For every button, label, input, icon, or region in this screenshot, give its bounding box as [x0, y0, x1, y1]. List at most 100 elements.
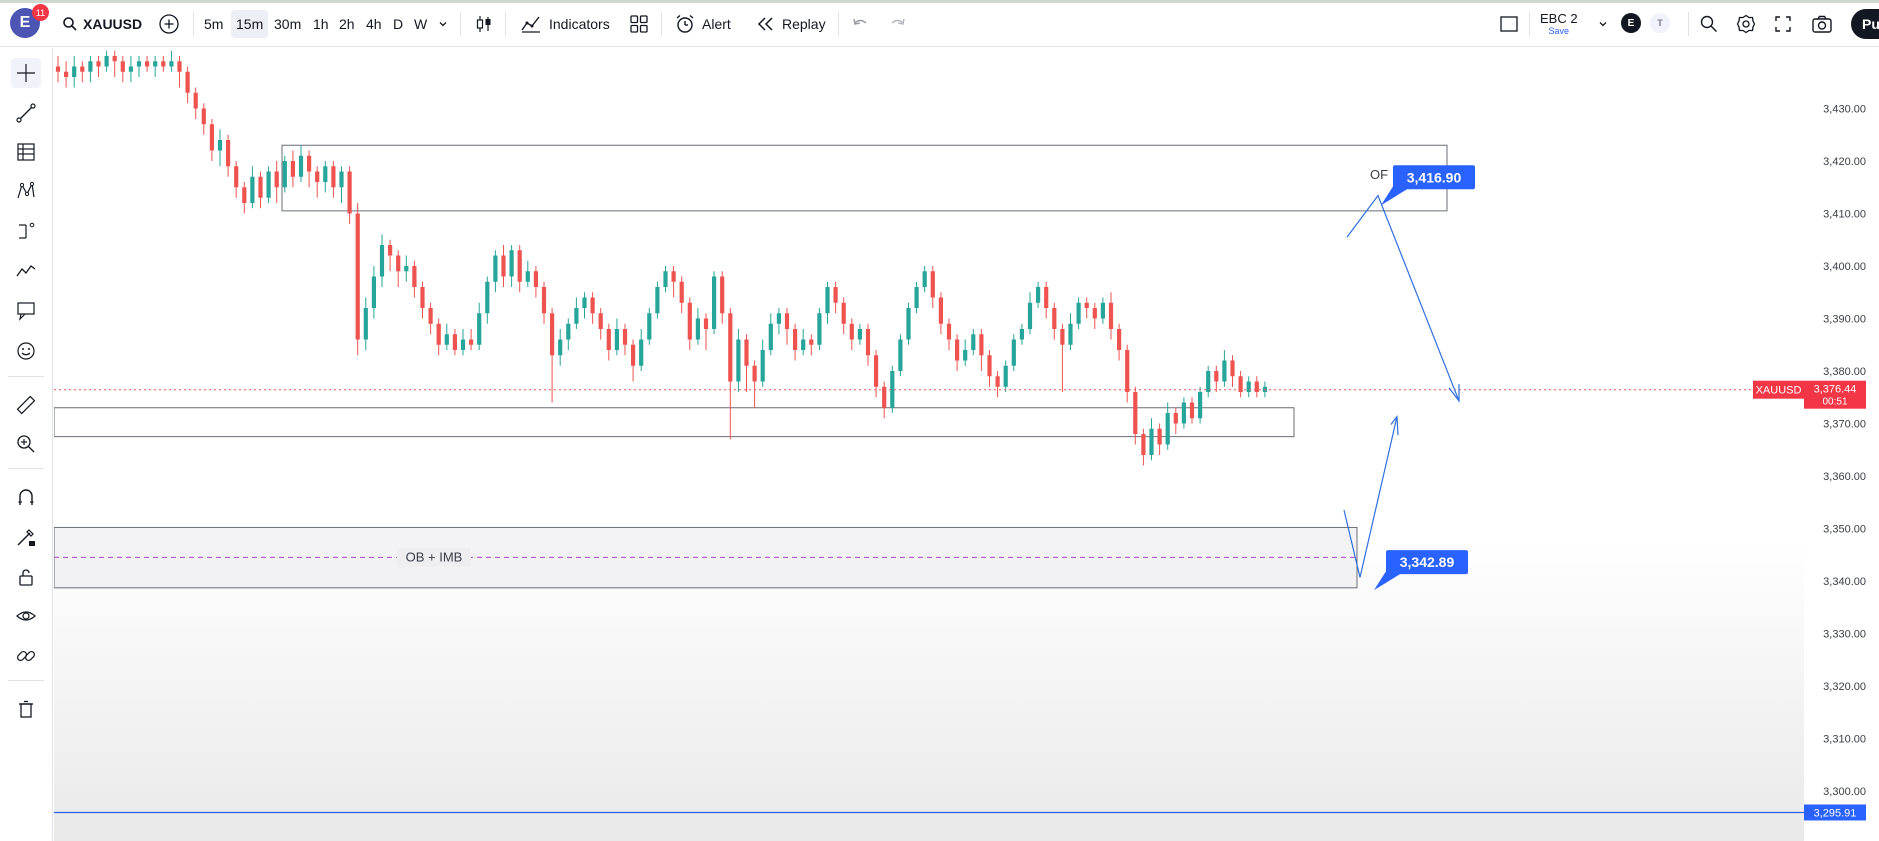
interval-30m[interactable]: 30m — [274, 10, 301, 38]
indicators-button[interactable]: Indicators — [520, 10, 610, 38]
horizontal-level-value: 3,295.91 — [1814, 807, 1857, 819]
candle-body — [1076, 302, 1081, 324]
candle[interactable] — [647, 308, 652, 345]
fib-retracement-icon — [17, 143, 35, 161]
candle[interactable] — [282, 155, 287, 193]
trend-line-tool[interactable] — [11, 98, 41, 128]
candle-body — [444, 334, 449, 345]
eye-icon — [16, 611, 36, 621]
price-tick-label: 3,340.00 — [1823, 576, 1866, 588]
candle-body — [436, 323, 441, 345]
templates-button[interactable] — [629, 10, 649, 38]
compare-button[interactable] — [158, 10, 180, 38]
settings-button[interactable] — [1736, 10, 1756, 38]
candle[interactable] — [355, 203, 360, 356]
chevron-down-icon — [439, 22, 447, 27]
sync-drawings-tool[interactable] — [11, 641, 41, 671]
fib-tool[interactable] — [11, 137, 41, 167]
chart-pane[interactable]: OB + IMB XAUUSD OF 3,416.90 3,342.89 — [53, 48, 1804, 841]
fullscreen-button[interactable] — [1773, 10, 1793, 38]
crosshair-tool[interactable] — [11, 58, 41, 88]
candle-body — [720, 276, 725, 314]
price-chart[interactable]: OB + IMB XAUUSD OF 3,416.90 3,342.89 — [53, 48, 1804, 841]
hide-drawings-tool[interactable] — [11, 601, 41, 631]
candle-body — [404, 266, 409, 272]
middle-zone-box[interactable] — [53, 407, 1295, 438]
current-price-badge: 3,376.4400:51 — [1804, 380, 1866, 409]
quick-search-button[interactable] — [1699, 10, 1719, 38]
stay-in-drawing-tool[interactable] — [11, 522, 41, 552]
candle-body — [525, 271, 530, 282]
candle[interactable] — [655, 281, 660, 319]
target-badge-label: 3,416.90 — [1407, 169, 1462, 185]
interval-w[interactable]: W — [414, 10, 427, 38]
upper-zone-box[interactable] — [281, 144, 1448, 212]
price-axis-scale[interactable]: 3,430.00 3,420.00 3,410.00 3,400.00 3,390.00… — [1804, 48, 1879, 841]
candle-body — [671, 271, 676, 282]
candle-body — [452, 334, 457, 350]
candle[interactable] — [898, 334, 903, 377]
candle-body — [1117, 329, 1122, 350]
publish-button[interactable]: Pub — [1851, 9, 1879, 39]
alert-label: Alert — [702, 16, 731, 32]
candle[interactable] — [712, 271, 717, 335]
candle-body — [396, 255, 401, 272]
interval-2h[interactable]: 2h — [339, 10, 355, 38]
account-chip[interactable]: E — [1621, 13, 1641, 33]
interval-dropdown[interactable] — [438, 10, 448, 38]
price-tick-label: 3,430.00 — [1823, 104, 1866, 116]
candle-body — [606, 329, 611, 350]
candle[interactable] — [266, 166, 271, 203]
emoji-tool[interactable] — [11, 336, 41, 366]
alert-button[interactable]: Alert — [674, 10, 731, 38]
candle-body — [1060, 329, 1065, 345]
candle-body — [509, 250, 514, 277]
candle-body — [323, 166, 328, 182]
undo-button[interactable] — [851, 10, 869, 38]
candle-body — [1206, 371, 1211, 392]
price-axis[interactable]: 3,430.00 3,420.00 3,410.00 3,400.00 3,390.00… — [1804, 48, 1879, 841]
redo-icon — [891, 18, 905, 25]
chart-type-button[interactable] — [474, 10, 494, 38]
candle-body — [1198, 392, 1203, 419]
candle-body — [201, 108, 206, 125]
ruler-icon — [16, 395, 36, 415]
candle[interactable] — [1198, 386, 1203, 424]
projection-tool[interactable] — [11, 216, 41, 246]
account-chip-secondary[interactable]: T — [1650, 13, 1670, 33]
zoom-tool[interactable] — [11, 429, 41, 459]
layout-button[interactable] — [1499, 10, 1519, 38]
candle-body — [776, 313, 781, 324]
snapshot-button[interactable] — [1811, 10, 1833, 38]
candle-body — [485, 281, 490, 314]
pattern-tool[interactable] — [11, 176, 41, 206]
candle-body — [752, 365, 757, 382]
magnet-tool[interactable] — [11, 482, 41, 512]
layout-name-button[interactable]: EBC 2 Save — [1540, 8, 1578, 40]
candle-body — [760, 350, 765, 382]
candle[interactable] — [906, 302, 911, 345]
candle-body — [930, 271, 935, 298]
candle-body — [96, 61, 101, 67]
candle[interactable] — [1011, 334, 1016, 371]
interval-15m[interactable]: 15m — [231, 10, 269, 38]
ob-imb-label: OB + IMB — [406, 549, 463, 564]
interval-d[interactable]: D — [393, 10, 403, 38]
interval-5m[interactable]: 5m — [204, 10, 223, 38]
layout-menu-button[interactable] — [1598, 10, 1608, 38]
candle-body — [420, 287, 425, 308]
lock-drawings-tool[interactable] — [11, 562, 41, 592]
redo-button[interactable] — [889, 10, 907, 38]
measure-tool[interactable] — [11, 390, 41, 420]
candle-body — [1068, 323, 1073, 345]
replay-button[interactable]: Replay — [756, 10, 826, 38]
candle-body — [622, 329, 628, 345]
annotation-tool[interactable] — [11, 296, 41, 326]
interval-1h[interactable]: 1h — [313, 10, 329, 38]
candle[interactable] — [817, 308, 822, 350]
interval-4h[interactable]: 4h — [366, 10, 382, 38]
symbol-search[interactable]: XAUUSD — [62, 10, 142, 38]
remove-drawings-tool[interactable] — [11, 694, 41, 724]
interval-label: 15m — [236, 16, 264, 32]
brush-tool[interactable] — [11, 256, 41, 286]
